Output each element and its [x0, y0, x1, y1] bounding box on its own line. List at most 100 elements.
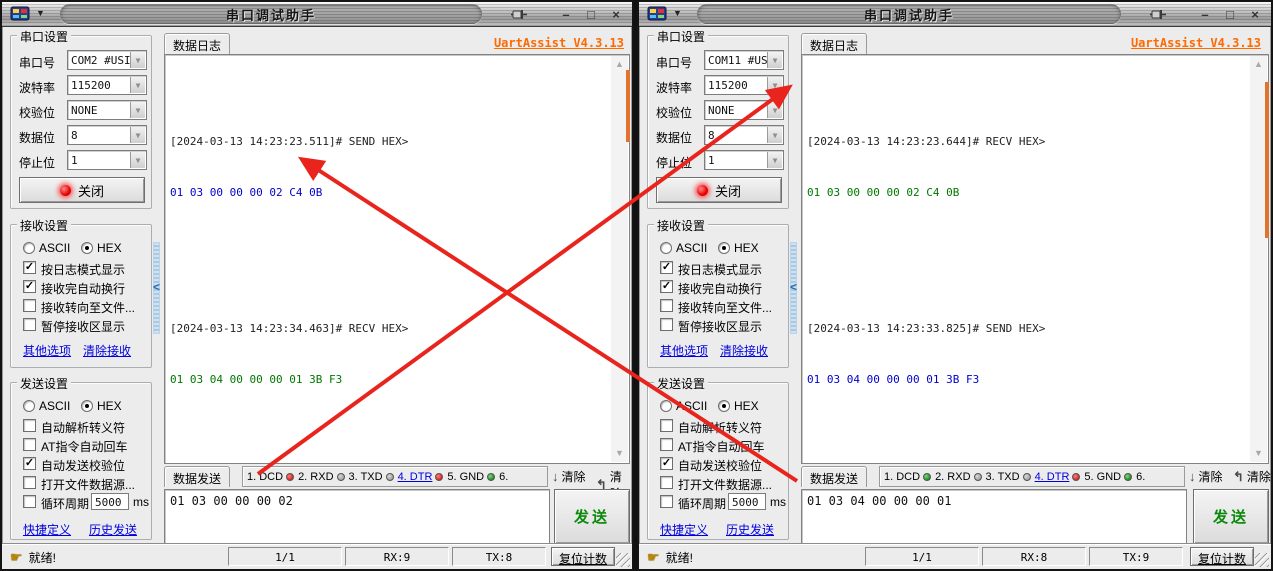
history-send-link[interactable]: 历史发送 [89, 521, 137, 538]
tab-data-send[interactable]: 数据发送 [801, 466, 867, 487]
app-menu-caret-icon[interactable]: ▼ [673, 8, 682, 18]
log-mode-checkbox[interactable]: ✓ [660, 261, 673, 274]
shortcut-define-link[interactable]: 快捷定义 [23, 521, 71, 538]
recv-hex-radio[interactable] [718, 242, 730, 254]
cycle-send-checkbox[interactable] [23, 495, 36, 508]
scroll-down-icon[interactable]: ▼ [1250, 445, 1267, 462]
baud-select[interactable]: 115200▼ [704, 75, 784, 95]
port-select[interactable]: COM11 #US▼ [704, 50, 784, 70]
resize-grip[interactable] [616, 553, 630, 567]
chevron-down-icon[interactable]: ▼ [130, 52, 145, 68]
tab-data-log[interactable]: 数据日志 [801, 33, 867, 54]
panel-splitter[interactable]: < [152, 29, 162, 541]
scroll-down-icon[interactable]: ▼ [611, 445, 628, 462]
pause-display-checkbox[interactable] [660, 318, 673, 331]
app-icon[interactable] [647, 6, 667, 22]
close-port-button[interactable]: 关闭 [656, 177, 782, 203]
close-button[interactable]: × [608, 7, 624, 22]
clear-receive-link[interactable]: 清除接收 [83, 342, 131, 359]
auto-newline-checkbox[interactable]: ✓ [23, 280, 36, 293]
send-ascii-radio[interactable] [23, 400, 35, 412]
databits-select[interactable]: 8▼ [704, 125, 784, 145]
chevron-down-icon[interactable]: ▼ [767, 102, 782, 118]
recv-to-file-checkbox[interactable] [23, 299, 36, 312]
pause-display-checkbox[interactable] [23, 318, 36, 331]
auto-checksum-checkbox[interactable]: ✓ [23, 457, 36, 470]
reset-counter-button[interactable]: 复位计数 [551, 547, 615, 566]
tab-data-send[interactable]: 数据发送 [164, 466, 230, 487]
stopbits-select[interactable]: 1▼ [67, 150, 147, 170]
clear-recv-button[interactable]: ↓ 清除 [552, 468, 586, 485]
parity-select[interactable]: NONE▼ [67, 100, 147, 120]
titlebar[interactable]: ▼ 串口调试助手 – □ × [2, 2, 632, 27]
baud-select[interactable]: 115200▼ [67, 75, 147, 95]
shortcut-define-link[interactable]: 快捷定义 [660, 521, 708, 538]
history-send-link[interactable]: 历史发送 [726, 521, 774, 538]
recv-to-file-checkbox[interactable] [660, 299, 673, 312]
data-log-view[interactable]: [2024-03-13 14:23:23.644]# RECV HEX> 01 … [801, 54, 1269, 464]
parity-select[interactable]: NONE▼ [704, 100, 784, 120]
other-options-link[interactable]: 其他选项 [23, 342, 71, 359]
tab-data-log[interactable]: 数据日志 [164, 33, 230, 54]
send-data-input[interactable]: 01 03 04 00 00 00 01 [801, 489, 1187, 544]
send-hex-radio[interactable] [718, 400, 730, 412]
cycle-period-input[interactable]: 5000 [91, 493, 129, 510]
minimize-button[interactable]: – [558, 7, 574, 22]
scroll-up-icon[interactable]: ▲ [1250, 56, 1267, 73]
reset-counter-button[interactable]: 复位计数 [1190, 547, 1254, 566]
pin-icon[interactable] [1149, 6, 1167, 23]
titlebar[interactable]: ▼ 串口调试助手 – □ × [639, 2, 1271, 27]
send-data-input[interactable]: 01 03 00 00 00 02 [164, 489, 550, 544]
collapse-panel-icon[interactable]: < [789, 277, 798, 297]
auto-newline-checkbox[interactable]: ✓ [660, 280, 673, 293]
app-menu-caret-icon[interactable]: ▼ [36, 8, 45, 18]
escape-parse-checkbox[interactable] [23, 419, 36, 432]
cycle-send-checkbox[interactable] [660, 495, 673, 508]
panel-splitter[interactable]: < [789, 29, 799, 541]
send-button[interactable]: 发送 [554, 489, 630, 544]
send-hex-radio[interactable] [81, 400, 93, 412]
version-link[interactable]: UartAssist V4.3.13 [494, 36, 624, 50]
clear-receive-link[interactable]: 清除接收 [720, 342, 768, 359]
log-mode-checkbox[interactable]: ✓ [23, 261, 36, 274]
at-return-checkbox[interactable] [23, 438, 36, 451]
recv-ascii-radio[interactable] [23, 242, 35, 254]
chevron-down-icon[interactable]: ▼ [130, 127, 145, 143]
data-log-view[interactable]: [2024-03-13 14:23:23.511]# SEND HEX> 01 … [164, 54, 630, 464]
dtr-indicator[interactable]: 4. DTR [398, 471, 444, 483]
send-ascii-radio[interactable] [660, 400, 672, 412]
chevron-down-icon[interactable]: ▼ [130, 152, 145, 168]
escape-parse-checkbox[interactable] [660, 419, 673, 432]
cycle-period-input[interactable]: 5000 [728, 493, 766, 510]
chevron-down-icon[interactable]: ▼ [767, 127, 782, 143]
chevron-down-icon[interactable]: ▼ [130, 102, 145, 118]
port-select[interactable]: COM2 #USI▼ [67, 50, 147, 70]
recv-hex-radio[interactable] [81, 242, 93, 254]
chevron-down-icon[interactable]: ▼ [767, 77, 782, 93]
close-port-button[interactable]: 关闭 [19, 177, 145, 203]
chevron-down-icon[interactable]: ▼ [767, 152, 782, 168]
at-return-checkbox[interactable] [660, 438, 673, 451]
file-source-checkbox[interactable] [23, 476, 36, 489]
pin-icon[interactable] [510, 6, 528, 23]
version-link[interactable]: UartAssist V4.3.13 [1131, 36, 1261, 50]
resize-grip[interactable] [1255, 553, 1269, 567]
other-options-link[interactable]: 其他选项 [660, 342, 708, 359]
stopbits-select[interactable]: 1▼ [704, 150, 784, 170]
chevron-down-icon[interactable]: ▼ [767, 52, 782, 68]
clear-recv-button[interactable]: ↓ 清除 [1189, 468, 1223, 485]
auto-checksum-checkbox[interactable]: ✓ [660, 457, 673, 470]
databits-select[interactable]: 8▼ [67, 125, 147, 145]
chevron-down-icon[interactable]: ▼ [130, 77, 145, 93]
close-button[interactable]: × [1247, 7, 1263, 22]
dtr-indicator[interactable]: 4. DTR [1035, 471, 1081, 483]
clear-send-button[interactable]: ↰ 清除 [1233, 468, 1271, 485]
file-source-checkbox[interactable] [660, 476, 673, 489]
recv-ascii-radio[interactable] [660, 242, 672, 254]
maximize-button[interactable]: □ [1222, 7, 1238, 22]
app-icon[interactable] [10, 6, 30, 22]
minimize-button[interactable]: – [1197, 7, 1213, 22]
send-button[interactable]: 发送 [1193, 489, 1269, 544]
maximize-button[interactable]: □ [583, 7, 599, 22]
collapse-panel-icon[interactable]: < [152, 277, 161, 297]
